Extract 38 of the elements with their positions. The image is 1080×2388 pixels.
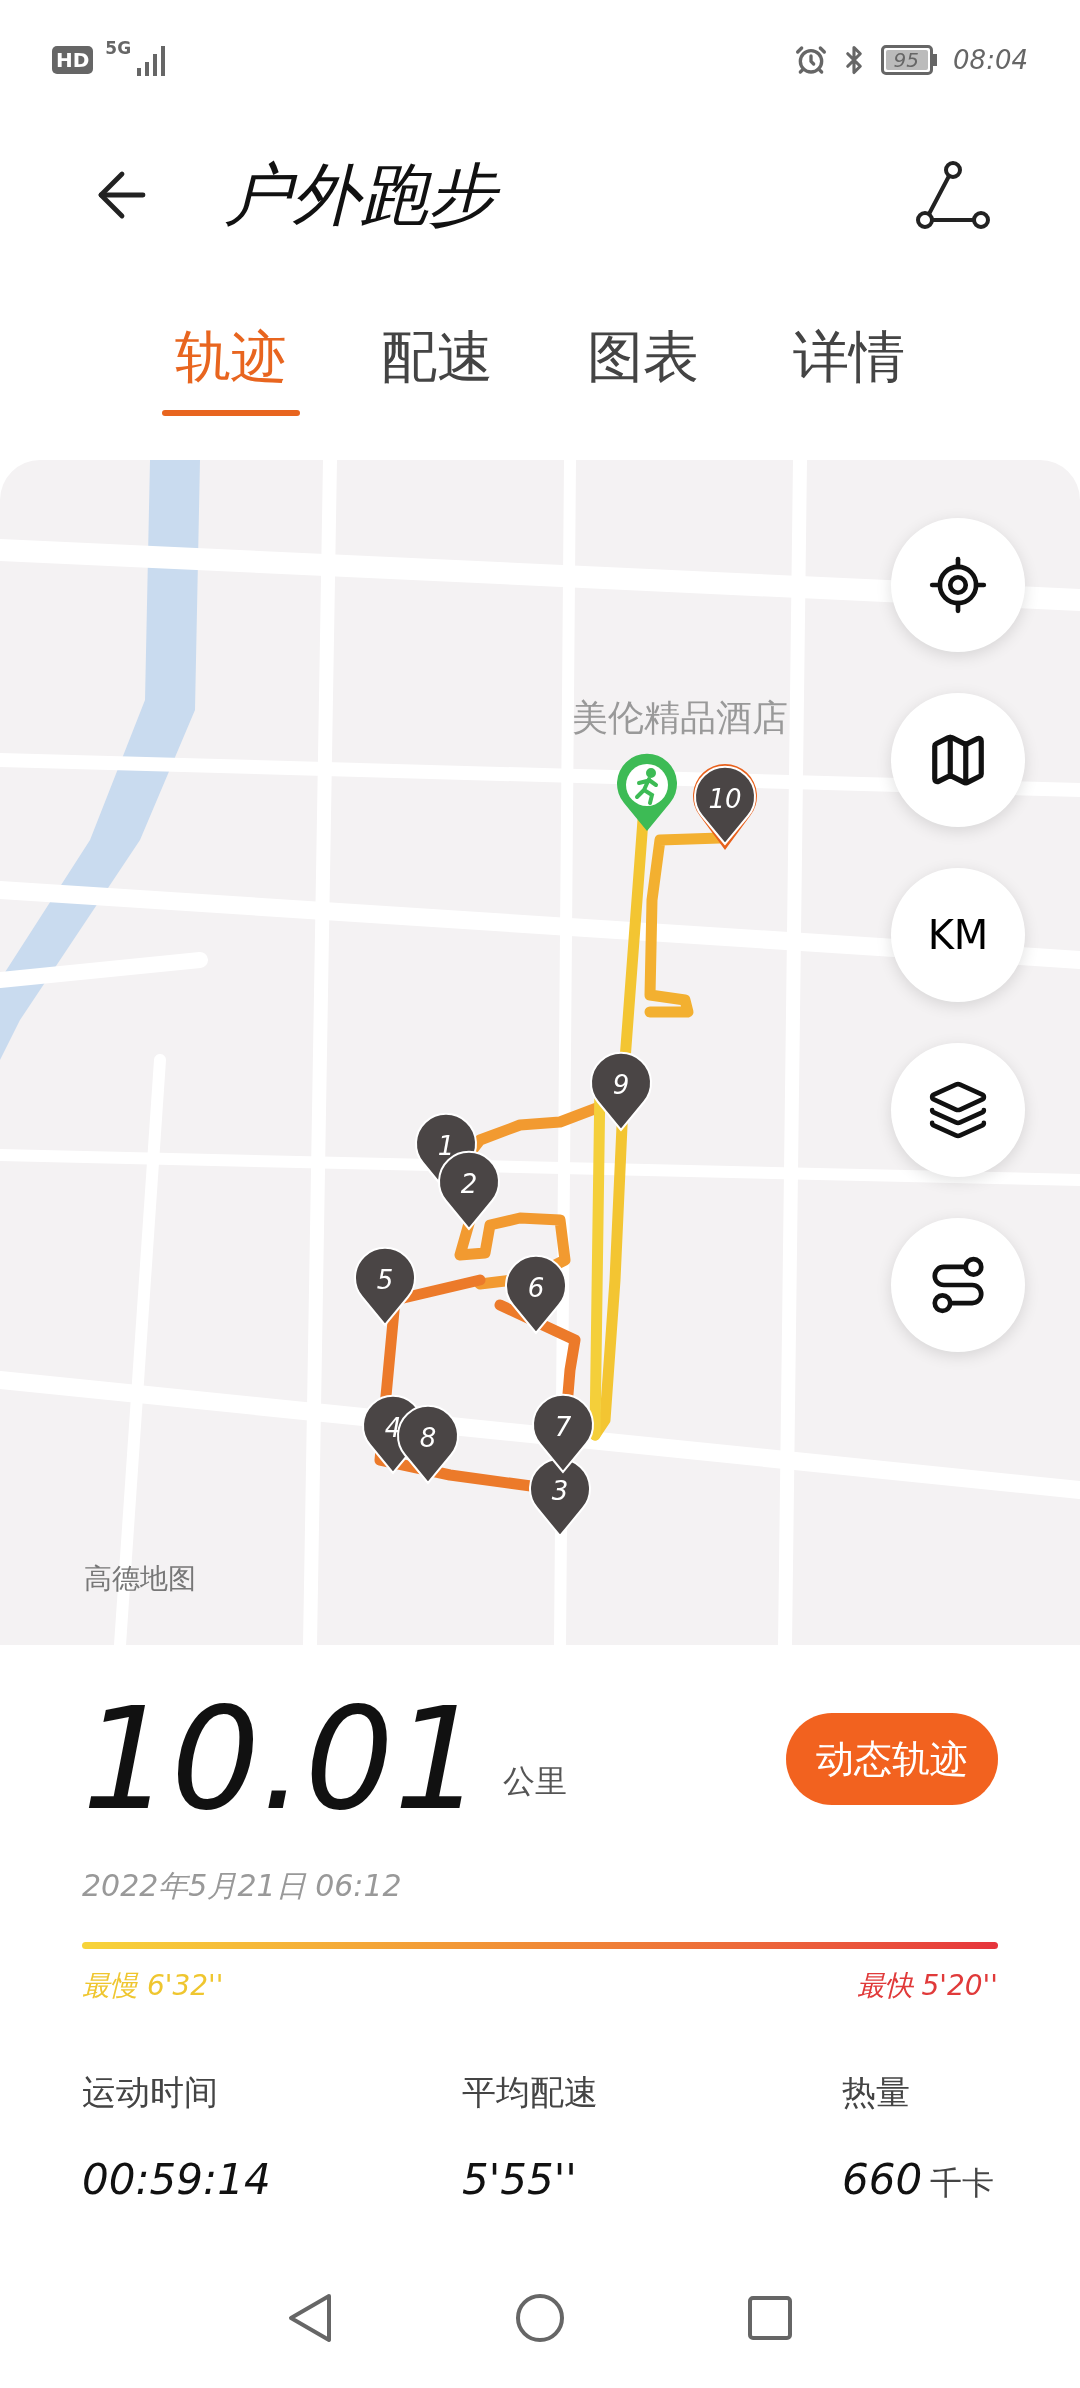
triangle-back-icon xyxy=(287,2292,333,2344)
circle-home-icon xyxy=(514,2292,566,2344)
battery-icon xyxy=(880,45,937,75)
stat-unit: 千卡 xyxy=(930,2163,995,2204)
tab[interactable]: 图表 xyxy=(574,322,712,416)
slowest-pace: 最慢 6'32'' xyxy=(82,1968,224,2004)
tab[interactable]: 详情 xyxy=(780,322,918,416)
connected-nodes-icon xyxy=(915,160,991,230)
workout-date: 2022年5月21日 06:12 xyxy=(82,1867,403,1905)
map-attribution: 高德地图 xyxy=(84,1562,196,1595)
page-title[interactable]: 户外跑步 xyxy=(212,147,508,243)
distance-unit: 公里 xyxy=(502,1761,567,1802)
hd-badge: HD xyxy=(52,46,94,74)
stat-label: 热量 xyxy=(842,2071,911,2114)
split-marker: 10 xyxy=(693,764,757,850)
battery-level: 95 xyxy=(893,47,920,74)
alarm-icon xyxy=(794,44,827,76)
split-marker: 6 xyxy=(505,1254,567,1334)
fastest-pace: 最快 5'20'' xyxy=(856,1968,998,2004)
network-type: 5G xyxy=(105,37,132,60)
place-label: 美伦精品酒店 xyxy=(572,697,788,738)
clock-time: 08:04 xyxy=(953,43,1028,77)
split-marker: 9 xyxy=(590,1051,652,1131)
signal-icon xyxy=(137,44,168,76)
split-marker: 7 xyxy=(532,1393,594,1473)
stat-value: 00:59:14 xyxy=(82,2154,271,2206)
stat-label: 运动时间 xyxy=(82,2071,219,2114)
units-button[interactable]: KM xyxy=(891,868,1025,1002)
stat-value: 5'55'' xyxy=(462,2154,577,2206)
stat-value: 660 xyxy=(842,2154,923,2206)
distance-value: 10.01 xyxy=(82,1685,483,1835)
tab[interactable]: 配速 xyxy=(368,322,506,416)
split-marker: 3 xyxy=(529,1457,591,1537)
stat-label: 平均配速 xyxy=(462,2071,599,2114)
locate-icon xyxy=(927,554,989,616)
split-marker: 5 xyxy=(354,1246,416,1326)
square-recents-icon xyxy=(747,2295,793,2341)
layers-icon xyxy=(927,1079,989,1141)
